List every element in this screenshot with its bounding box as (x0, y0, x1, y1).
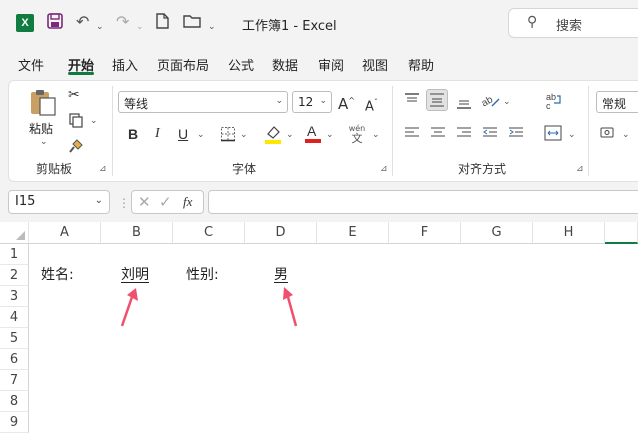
align-left-icon[interactable] (404, 126, 420, 143)
paste-dropdown-icon[interactable]: ⌄ (40, 137, 48, 147)
svg-text:A: A (307, 123, 317, 139)
tab-data[interactable]: 数据 (272, 55, 298, 74)
worksheet-grid[interactable]: A B C D E F G H 1 2 3 4 5 6 7 8 9 姓名: 刘明… (0, 222, 638, 437)
alignment-group-label: 对齐方式 (458, 162, 507, 176)
name-box[interactable]: I15 ⌄ (8, 190, 110, 214)
font-color-dropdown-icon[interactable]: ⌄ (326, 130, 334, 140)
cut-icon[interactable]: ✂ (68, 86, 80, 104)
save-icon[interactable] (46, 12, 64, 35)
search-placeholder: 搜索 (556, 19, 583, 34)
phonetic-dropdown-icon[interactable]: ⌄ (372, 130, 380, 140)
enter-icon[interactable]: ✓ (159, 193, 172, 211)
bold-button[interactable]: B (128, 125, 138, 143)
svg-text:ab: ab (482, 94, 495, 108)
underline-dropdown-icon[interactable]: ⌄ (197, 130, 205, 140)
copy-dropdown-icon[interactable]: ⌄ (90, 116, 98, 126)
accounting-dropdown-icon[interactable]: ⌄ (622, 130, 630, 140)
window-title: 工作簿1 - Excel (242, 19, 337, 34)
group-separator (112, 86, 113, 176)
formula-buttons: ✕ ✓ fx (131, 190, 204, 214)
excel-logo-icon: X (16, 14, 34, 32)
new-file-icon[interactable] (154, 12, 170, 35)
orientation-dropdown-icon[interactable]: ⌄ (503, 97, 511, 107)
chevron-down-icon[interactable]: ⌄ (95, 195, 103, 206)
arrow-to-d2 (286, 296, 298, 327)
wrap-text-icon[interactable]: ab c (545, 92, 563, 113)
more-options-icon[interactable]: ⋮ (118, 196, 130, 210)
tab-page-layout[interactable]: 页面布局 (157, 55, 209, 74)
tab-insert[interactable]: 插入 (112, 55, 138, 74)
format-painter-icon[interactable] (68, 138, 84, 157)
cancel-icon[interactable]: ✕ (138, 193, 151, 211)
tab-help[interactable]: 帮助 (408, 55, 434, 74)
borders-dropdown-icon[interactable]: ⌄ (240, 130, 248, 140)
redo-icon[interactable]: ↷ (116, 12, 129, 32)
accounting-format-icon[interactable] (600, 126, 618, 143)
undo-icon[interactable]: ↶ (76, 12, 89, 32)
insert-function-icon[interactable]: fx (183, 194, 192, 210)
merge-center-icon[interactable] (544, 125, 562, 144)
phonetic-guide-icon[interactable]: wén 文 (346, 124, 368, 145)
align-center-icon[interactable] (430, 126, 446, 143)
svg-text:c: c (546, 101, 551, 110)
underline-button[interactable]: U (178, 125, 188, 143)
align-top-icon[interactable] (404, 92, 420, 111)
redo-dropdown-icon[interactable]: ⌄ (136, 17, 144, 37)
merge-dropdown-icon[interactable]: ⌄ (568, 130, 576, 140)
font-size-select[interactable]: 12 ⌄ (292, 91, 332, 113)
font-name-select[interactable]: 等线 ⌄ (118, 91, 288, 113)
alignment-launcher-icon[interactable]: ⊿ (576, 164, 584, 174)
font-size-value: 12 (298, 95, 314, 109)
group-separator (588, 86, 589, 176)
number-format-select[interactable]: 常规 (596, 91, 638, 113)
fill-color-icon[interactable] (264, 124, 282, 147)
shrink-font-icon[interactable]: Aˇ (365, 94, 378, 116)
group-separator (392, 86, 393, 176)
clipboard-launcher-icon[interactable]: ⊿ (99, 164, 107, 174)
font-color-icon[interactable]: A (304, 122, 322, 147)
chevron-down-icon: ⌄ (275, 96, 283, 106)
tab-formulas[interactable]: 公式 (228, 55, 254, 74)
title-bar: X ↶ ⌄ ↷ ⌄ ⌄ 工作簿1 - Excel ⚲ 搜索 (0, 0, 638, 46)
font-name-value: 等线 (124, 97, 149, 111)
ribbon-tabs: 文件 开始 插入 页面布局 公式 数据 审阅 视图 帮助 (0, 50, 638, 76)
borders-icon[interactable] (220, 126, 236, 145)
align-bottom-icon[interactable] (456, 94, 472, 113)
tab-view[interactable]: 视图 (362, 55, 388, 74)
chevron-down-icon: ⌄ (319, 96, 327, 106)
clipboard-group-label: 剪贴板 (36, 162, 73, 176)
italic-button[interactable]: I (155, 125, 160, 143)
undo-dropdown-icon[interactable]: ⌄ (96, 17, 104, 37)
formula-input[interactable] (208, 190, 638, 214)
align-middle-button[interactable] (426, 89, 448, 111)
search-icon: ⚲ (527, 14, 538, 30)
decrease-indent-icon[interactable] (482, 126, 498, 143)
fill-color-dropdown-icon[interactable]: ⌄ (286, 130, 294, 140)
align-right-icon[interactable] (456, 126, 472, 143)
tab-file[interactable]: 文件 (18, 55, 44, 74)
font-launcher-icon[interactable]: ⊿ (380, 164, 388, 174)
customize-qat-icon[interactable]: ⌄ (208, 17, 216, 37)
paste-icon[interactable] (28, 88, 58, 121)
open-folder-icon[interactable] (182, 12, 202, 35)
name-box-value: I15 (15, 194, 36, 209)
grow-font-icon[interactable]: A^ (338, 92, 355, 113)
increase-indent-icon[interactable] (508, 126, 524, 143)
active-tab-indicator (68, 72, 94, 75)
search-box[interactable]: ⚲ 搜索 (508, 8, 638, 38)
orientation-icon[interactable]: ab (480, 92, 500, 111)
font-group-label: 字体 (232, 162, 257, 176)
arrow-to-b2 (120, 296, 134, 327)
annotation-arrows (120, 287, 298, 327)
tab-review[interactable]: 审阅 (318, 55, 344, 74)
number-format-value: 常规 (602, 97, 627, 111)
paste-button-label[interactable]: 粘贴 (29, 120, 53, 137)
copy-icon[interactable] (68, 112, 84, 131)
